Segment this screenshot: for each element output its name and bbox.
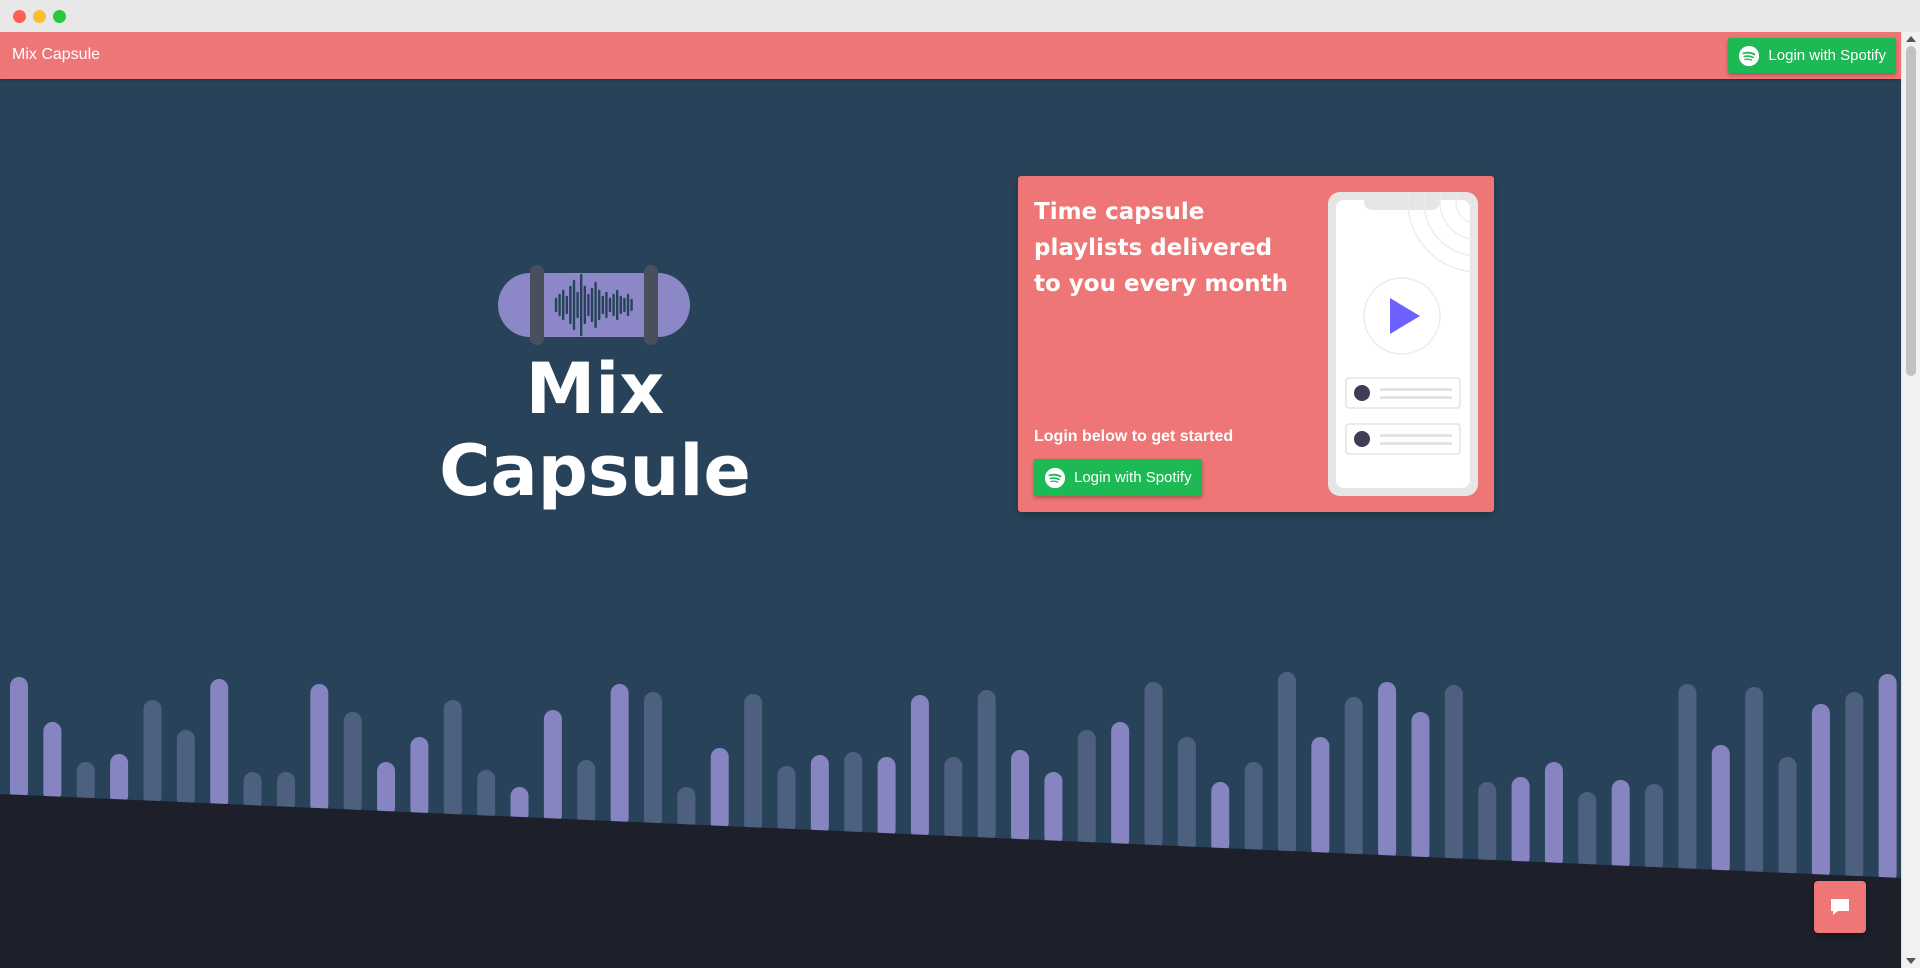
equalizer-bar [276, 772, 295, 813]
equalizer-bar [944, 757, 963, 842]
nav-login-label: Login with Spotify [1768, 47, 1886, 64]
card-subtext: Login below to get started [1034, 428, 1234, 445]
equalizer-bar [1745, 687, 1764, 878]
equalizer-bar [443, 700, 462, 820]
equalizer-bar [977, 690, 996, 844]
equalizer-bar [1077, 730, 1096, 848]
phone-illustration [1328, 192, 1478, 496]
card-login-label: Login with Spotify [1074, 469, 1192, 486]
equalizer-bar [1344, 697, 1363, 860]
equalizer-bar [910, 695, 929, 841]
equalizer-bar [1444, 685, 1463, 864]
equalizer-bar [1611, 780, 1630, 872]
scroll-thumb[interactable] [1906, 46, 1916, 376]
equalizer-bar [1111, 722, 1130, 850]
spotify-icon [1739, 45, 1760, 66]
equalizer-bar [1711, 745, 1730, 876]
equalizer-bar [110, 754, 129, 805]
chat-button[interactable] [1814, 881, 1866, 933]
nav-login-spotify-button[interactable]: Login with Spotify [1728, 38, 1896, 73]
chat-icon [1831, 899, 1849, 915]
card-heading: Time capsule playlists delivered to you … [1034, 199, 1289, 297]
equalizer-bar [1544, 762, 1563, 869]
equalizer-bar [477, 770, 496, 822]
equalizer-bar [43, 722, 62, 802]
equalizer-bar [1845, 692, 1864, 882]
equalizer-bar [176, 730, 195, 808]
hero-title: Mix Capsule [439, 348, 751, 512]
equalizer-bar [777, 766, 796, 835]
equalizer-bar [1478, 782, 1497, 866]
close-window-button[interactable] [13, 10, 26, 23]
equalizer-bar [1878, 674, 1897, 883]
equalizer-bar [744, 694, 763, 833]
equalizer-bar [210, 679, 229, 810]
equalizer-bar [310, 684, 329, 814]
equalizer-bar [610, 684, 629, 827]
equalizer-bar [710, 748, 729, 832]
equalizer-bar [1511, 777, 1530, 867]
equalizer-bar [1778, 757, 1797, 879]
equalizer-bar [1211, 782, 1230, 854]
equalizer-bar [877, 757, 896, 839]
equalizer-bar [1177, 737, 1196, 853]
intro-card: Time capsule playlists delivered to you … [1018, 176, 1494, 512]
equalizer-bar [644, 692, 662, 829]
equalizer-bar [343, 712, 362, 816]
scroll-down-arrow[interactable] [1906, 958, 1916, 964]
equalizer-bar [1578, 792, 1597, 870]
page-viewport: Mix Capsule Login with Spotify Mix Capsu… [0, 32, 1902, 968]
minimize-window-button[interactable] [33, 10, 46, 23]
equalizer-bar [1645, 784, 1664, 873]
equalizer-bar [10, 677, 28, 801]
equalizer-bar [1678, 684, 1697, 875]
equalizer-bar [677, 787, 696, 830]
window-titlebar [0, 0, 1920, 32]
navbar: Mix Capsule Login with Spotify [0, 32, 1902, 79]
equalizer-bar [143, 700, 162, 807]
scroll-up-arrow[interactable] [1906, 36, 1916, 42]
card-login-spotify-button[interactable]: Login with Spotify [1034, 459, 1202, 496]
equalizer-bar [1378, 682, 1397, 861]
spotify-icon [1044, 467, 1066, 488]
equalizer-bar [1044, 772, 1063, 847]
equalizer-bar [810, 755, 829, 836]
equalizer-bar [1244, 762, 1263, 855]
equalizer-bar [1144, 682, 1163, 851]
maximize-window-button[interactable] [53, 10, 66, 23]
vertical-scrollbar[interactable] [1901, 32, 1920, 968]
equalizer-bar [76, 762, 95, 804]
equalizer-bar [1311, 737, 1330, 858]
equalizer-bar [543, 710, 562, 825]
equalizer-bar [1278, 672, 1296, 857]
equalizer-bar [1011, 750, 1030, 845]
equalizer-bar [377, 762, 396, 817]
brand-link[interactable]: Mix Capsule [12, 46, 100, 64]
equalizer-bar [410, 737, 429, 819]
equalizer-bar [1811, 704, 1830, 881]
cassette-waveform-icon [498, 265, 690, 345]
equalizer-background [0, 672, 1902, 968]
equalizer-bar [1411, 712, 1430, 863]
equalizer-bar [844, 752, 863, 838]
equalizer-bar [577, 760, 596, 826]
